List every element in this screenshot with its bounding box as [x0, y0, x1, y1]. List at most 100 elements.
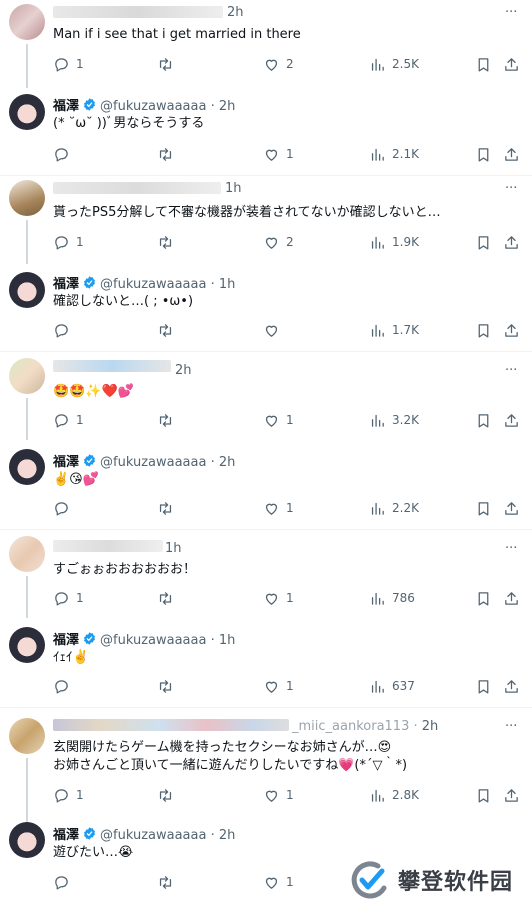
views-button[interactable]: 637 [369, 676, 415, 696]
like-button[interactable]: 2 [263, 232, 294, 252]
reply-avatar-blurred[interactable] [9, 180, 45, 216]
repost-button[interactable] [157, 232, 174, 252]
views-button[interactable]: 1.7K [369, 320, 419, 340]
repost-button[interactable] [157, 54, 174, 74]
more-icon[interactable]: ··· [505, 181, 517, 196]
bookmark-icon [478, 323, 489, 338]
reply-button[interactable] [53, 320, 70, 340]
share-button[interactable] [503, 498, 520, 518]
author-handle[interactable]: @fukuzawaaaaa [100, 455, 206, 470]
repost-button[interactable] [157, 320, 174, 340]
author-name[interactable]: 福澤 [53, 99, 79, 114]
share-button[interactable] [503, 320, 520, 340]
author-name[interactable]: 福澤 [53, 455, 79, 470]
views-button[interactable]: 3.2K [369, 410, 419, 430]
bookmark-button[interactable] [475, 588, 492, 608]
repost-button[interactable] [157, 785, 174, 805]
like-button[interactable]: 1 [263, 785, 294, 805]
timestamp[interactable]: 1h [219, 633, 236, 648]
share-button[interactable] [503, 676, 520, 696]
timestamp[interactable]: 1h [165, 541, 182, 556]
reply-button[interactable]: 1 [53, 54, 84, 74]
repost-button[interactable] [157, 676, 174, 696]
blurred-username [53, 540, 163, 552]
views-icon [371, 324, 384, 337]
share-button[interactable] [503, 785, 520, 805]
repost-button[interactable] [157, 872, 174, 892]
timestamp[interactable]: 2h [175, 363, 192, 378]
like-button[interactable]: 1 [263, 144, 294, 164]
author-handle[interactable]: @fukuzawaaaaa [100, 828, 206, 843]
timestamp[interactable]: 1h [225, 181, 242, 196]
share-button[interactable] [503, 232, 520, 252]
author-handle[interactable]: @fukuzawaaaaa [100, 633, 206, 648]
like-button[interactable]: 1 [263, 676, 294, 696]
reply-button[interactable]: 1 [53, 232, 84, 252]
repost-button[interactable] [157, 498, 174, 518]
like-button[interactable]: 1 [263, 588, 294, 608]
share-button[interactable] [503, 410, 520, 430]
reply-button[interactable] [53, 498, 70, 518]
reply-avatar-blurred[interactable] [9, 4, 45, 40]
author-handle[interactable]: @fukuzawaaaaa [100, 99, 206, 114]
timestamp[interactable]: 2h [422, 719, 439, 734]
reply-button[interactable]: 1 [53, 785, 84, 805]
like-button[interactable]: 2 [263, 54, 294, 74]
bookmark-button[interactable] [475, 498, 492, 518]
repost-button[interactable] [157, 410, 174, 430]
tweet-text-line-2: お姉さんごと頂いて一緒に遊んだりしたいですね💗(*´▽｀*) [53, 758, 408, 773]
reply-avatar-blurred[interactable] [9, 358, 45, 394]
share-button[interactable] [503, 144, 520, 164]
share-button[interactable] [503, 54, 520, 74]
views-button[interactable]: 2.5K [369, 54, 419, 74]
bookmark-button[interactable] [475, 676, 492, 696]
timestamp[interactable]: 2h [227, 5, 244, 20]
views-button[interactable]: 786 [369, 588, 415, 608]
more-icon[interactable]: ··· [505, 719, 517, 734]
timestamp[interactable]: 2h [219, 455, 236, 470]
bookmark-button[interactable] [475, 320, 492, 340]
bookmark-button[interactable] [475, 785, 492, 805]
repost-button[interactable] [157, 144, 174, 164]
like-button[interactable]: 1 [263, 872, 294, 892]
author-handle[interactable]: @fukuzawaaaaa [100, 277, 206, 292]
author-avatar[interactable] [9, 94, 45, 130]
author-avatar[interactable] [9, 822, 45, 858]
views-button[interactable]: 2.2K [369, 498, 419, 518]
timestamp[interactable]: 2h [219, 99, 236, 114]
like-button[interactable]: 1 [263, 498, 294, 518]
views-button[interactable]: 2.1K [369, 144, 419, 164]
author-avatar[interactable] [9, 627, 45, 663]
reply-button[interactable] [53, 144, 70, 164]
bookmark-button[interactable] [475, 410, 492, 430]
repost-button[interactable] [157, 588, 174, 608]
reply-avatar-blurred[interactable] [9, 536, 45, 572]
reply-avatar-blurred[interactable] [9, 718, 45, 754]
more-icon[interactable]: ··· [505, 363, 517, 378]
author-name[interactable]: 福澤 [53, 828, 79, 843]
more-icon[interactable]: ··· [505, 541, 517, 556]
timestamp[interactable]: 1h [219, 277, 236, 292]
like-button[interactable]: 1 [263, 410, 294, 430]
author-name[interactable]: 福澤 [53, 277, 79, 292]
share-icon [505, 679, 518, 693]
repost-icon [159, 501, 172, 515]
views-button[interactable]: 1.9K [369, 232, 419, 252]
reply-button[interactable] [53, 872, 70, 892]
bookmark-button[interactable] [475, 232, 492, 252]
author-avatar[interactable] [9, 272, 45, 308]
handle-fragment[interactable]: _miic_aankora113 · [292, 719, 418, 734]
reply-button[interactable]: 1 [53, 588, 84, 608]
like-button[interactable] [263, 320, 280, 340]
timestamp[interactable]: 2h [219, 828, 236, 843]
reply-button[interactable] [53, 676, 70, 696]
views-button[interactable]: 2.8K [369, 785, 419, 805]
bookmark-button[interactable] [475, 54, 492, 74]
author-avatar[interactable] [9, 449, 45, 485]
author-name[interactable]: 福澤 [53, 633, 79, 648]
tweet-text: ｲｪｲ✌️ [53, 650, 89, 665]
reply-button[interactable]: 1 [53, 410, 84, 430]
more-icon[interactable]: ··· [505, 5, 517, 20]
bookmark-button[interactable] [475, 144, 492, 164]
share-button[interactable] [503, 588, 520, 608]
